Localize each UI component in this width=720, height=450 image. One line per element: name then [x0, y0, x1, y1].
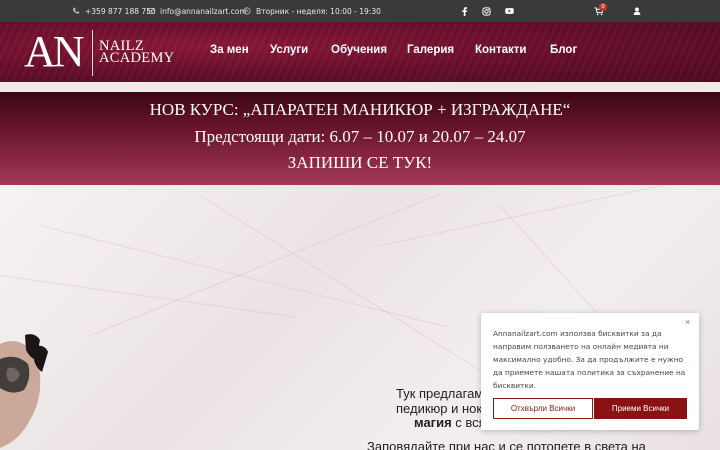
facebook-icon[interactable]: [458, 5, 470, 17]
email-contact[interactable]: info@annanailzart.com: [147, 0, 247, 22]
instagram-icon[interactable]: [480, 5, 492, 17]
nav-item-trainings[interactable]: Обучения: [331, 44, 387, 56]
nav-item-gallery[interactable]: Галерия: [407, 44, 454, 56]
opening-hours: Вторник - неделя: 10:00 - 19:30: [243, 0, 381, 22]
phone-icon: [73, 7, 80, 14]
hero-text-line4: Заповядайте при нас и се потопете в свет…: [367, 439, 646, 450]
logo-text-line2: ACADEMY: [99, 50, 175, 66]
reject-all-button[interactable]: Отхвърли Всички: [493, 398, 593, 419]
cart-count-badge: 0: [599, 3, 607, 11]
email-address: info@annanailzart.com: [160, 6, 247, 16]
course-promo-banner[interactable]: НОВ КУРС: „АПАРАТЕН МАНИКЮР + ИЗГРАЖДАНЕ…: [0, 92, 720, 185]
banner-course-title: НОВ КУРС: „АПАРАТЕН МАНИКЮР + ИЗГРАЖДАНЕ…: [149, 100, 571, 119]
phone-contact[interactable]: +359 877 188 750: [72, 0, 156, 22]
nav-item-blog[interactable]: Блог: [550, 44, 577, 56]
cookie-message: Annanailzart.com използва бисквитки за д…: [493, 329, 686, 390]
site-header: AN NAILZ ACADEMY За мен Услуги Обучения …: [0, 22, 720, 82]
user-icon[interactable]: [631, 5, 643, 17]
logo-mark[interactable]: AN: [24, 27, 85, 77]
hand-image: [0, 334, 48, 448]
nav-item-about[interactable]: За мен: [210, 44, 249, 56]
nav-item-contacts[interactable]: Контакти: [475, 44, 526, 56]
hero-text-line1: Тук предлагам: [396, 386, 484, 401]
banner-signup-link[interactable]: ЗАПИШИ СЕ ТУК!: [0, 153, 720, 173]
nav-item-services[interactable]: Услуги: [270, 44, 308, 56]
hero-text-line3: магия с вся: [414, 415, 486, 430]
youtube-icon[interactable]: [503, 5, 515, 17]
hero-text-bold-word: магия: [414, 415, 452, 430]
hours-text: Вторник - неделя: 10:00 - 19:30: [256, 6, 381, 16]
clock-icon: [243, 7, 251, 15]
cookie-consent-dialog: × Annanailzart.com използва бисквитки за…: [481, 313, 699, 430]
accept-all-button[interactable]: Приеми Всички: [594, 398, 687, 419]
hero-text-line2: педикюр и нок: [396, 401, 483, 416]
envelope-icon: [147, 8, 155, 14]
top-info-bar: +359 877 188 750 info@annanailzart.com В…: [0, 0, 720, 22]
close-icon[interactable]: ×: [685, 317, 690, 327]
logo-divider: [92, 30, 93, 76]
phone-number: +359 877 188 750: [85, 6, 156, 16]
banner-dates: Предстоящи дати: 6.07 – 10.07 и 20.07 – …: [194, 127, 526, 146]
